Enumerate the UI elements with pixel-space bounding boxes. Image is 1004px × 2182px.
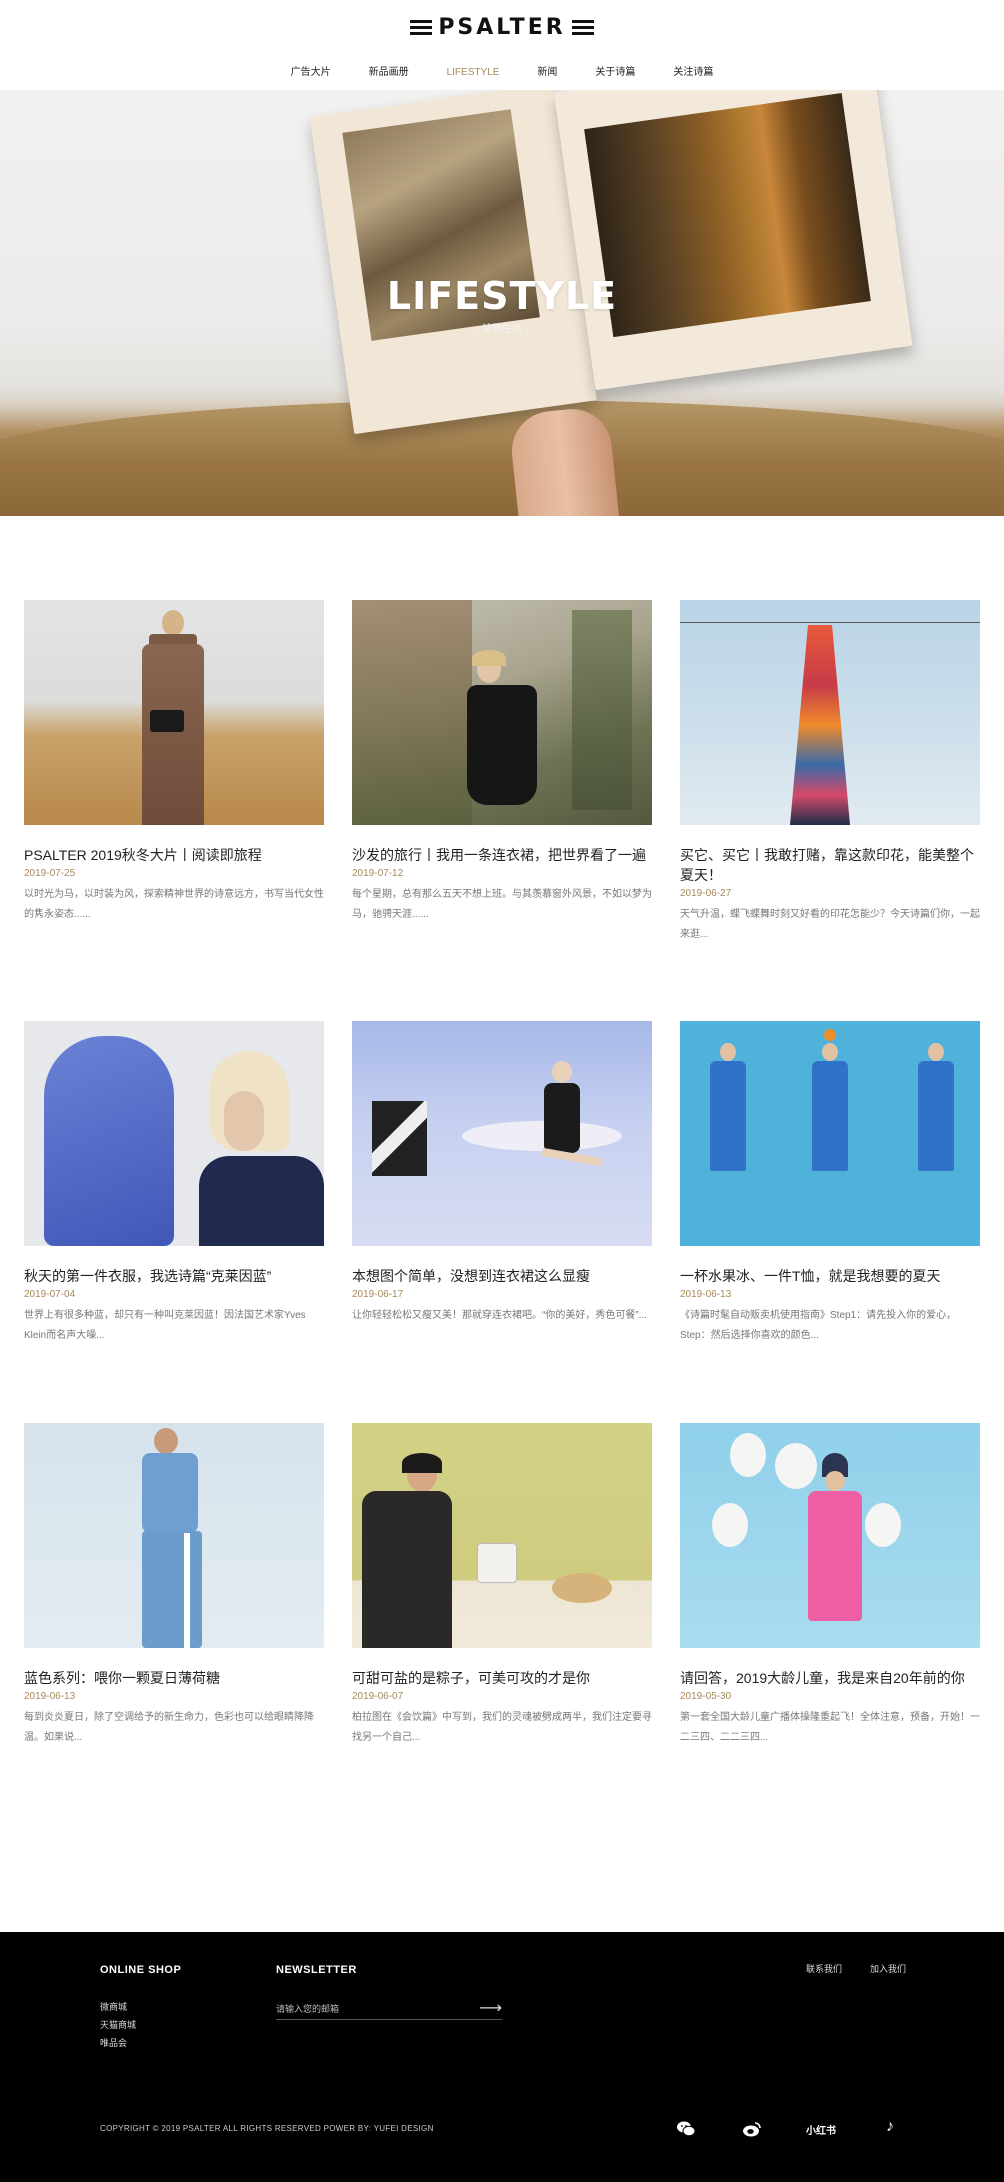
article-date: 2019-05-30	[680, 1691, 732, 1702]
article-title[interactable]: 蓝色系列：喂你一颗夏日薄荷糖	[24, 1668, 324, 1688]
article-excerpt: 每个星期，总有那么五天不想上班。与其羡慕窗外风景，不如以梦为马，驰骋天涯....…	[352, 889, 652, 920]
article-title[interactable]: 买它、买它丨我敢打赌，靠这款印花，能美整个夏天！	[680, 845, 980, 885]
article-date: 2019-07-12	[352, 868, 404, 879]
article-title[interactable]: 一杯水果冰、一件T恤，就是我想要的夏天	[680, 1266, 980, 1286]
hero-title: LIFESTYLE	[386, 274, 618, 318]
article-card[interactable]: 沙发的旅行丨我用一条连衣裙，把世界看了一遍 2019-07-12 每个星期，总有…	[352, 600, 652, 925]
article-image[interactable]	[680, 1021, 980, 1246]
article-image[interactable]	[680, 600, 980, 825]
article-excerpt: 柏拉图在《会饮篇》中写到，我们的灵魂被劈成两半，我们注定要寻找另一个自己...	[352, 1712, 652, 1743]
article-card[interactable]: 本想图个简单，没想到连衣裙这么显瘦 2019-06-17 让你轻轻松松又瘦又美！…	[352, 1021, 652, 1326]
article-date: 2019-06-07	[352, 1691, 404, 1702]
site-footer: ONLINE SHOP 微商城 天猫商城 唯品会 NEWSLETTER ⟶ 联系…	[0, 1932, 1004, 2182]
article-excerpt: 第一套全国大龄儿童广播体操隆重起飞！全体注意，预备，开始！一二三四、二二三四..…	[680, 1712, 980, 1743]
newsletter-email-input[interactable]	[276, 2003, 456, 2014]
article-image[interactable]	[352, 1423, 652, 1648]
article-card[interactable]: 可甜可盐的是粽子，可美可攻的才是你 2019-06-07 柏拉图在《会饮篇》中写…	[352, 1423, 652, 1748]
hero-banner: LIFESTYLE - 诗想生活 -	[0, 90, 1004, 516]
wechat-icon[interactable]	[676, 2120, 696, 2141]
newsletter-title: NEWSLETTER	[276, 1964, 357, 1976]
article-date: 2019-06-17	[352, 1289, 404, 1300]
article-excerpt: 《诗篇时髦自动贩卖机使用指南》Step1：请先投入你的爱心，Step：然后选择你…	[680, 1310, 957, 1341]
article-card[interactable]: 蓝色系列：喂你一颗夏日薄荷糖 2019-06-13 每到炎炎夏日，除了空调给予的…	[24, 1423, 324, 1748]
article-title[interactable]: 本想图个简单，没想到连衣裙这么显瘦	[352, 1266, 652, 1286]
online-shop-title: ONLINE SHOP	[100, 1964, 182, 1976]
shop-link-tmall[interactable]: 天猫商城	[100, 2016, 136, 2034]
brand-logo[interactable]: PSALTER	[0, 14, 1004, 40]
tiktok-icon[interactable]: ♪	[886, 2118, 894, 2136]
article-card[interactable]: 买它、买它丨我敢打赌，靠这款印花，能美整个夏天！ 2019-06-27 天气升温…	[680, 600, 980, 945]
article-excerpt: 天气升温，蝶飞蝶舞时刻又好看的印花怎能少？今天诗篇们你，一起来逛...	[680, 909, 980, 940]
article-image[interactable]	[352, 600, 652, 825]
article-title[interactable]: 秋天的第一件衣服，我选诗篇“克莱因蓝”	[24, 1266, 324, 1286]
brand-name: PSALTER	[438, 14, 566, 40]
arrow-right-icon[interactable]: ⟶	[479, 2000, 502, 2017]
article-excerpt: 每到炎炎夏日，除了空调给予的新生命力，色彩也可以给眼睛降降温。如果说...	[24, 1712, 314, 1743]
article-image[interactable]	[24, 1021, 324, 1246]
article-title[interactable]: 请回答，2019大龄儿童，我是来自20年前的你	[680, 1668, 980, 1688]
contact-us-link[interactable]: 联系我们	[806, 1962, 842, 1975]
article-date: 2019-06-13	[24, 1691, 76, 1702]
article-date: 2019-06-13	[680, 1289, 732, 1300]
article-image[interactable]	[24, 600, 324, 825]
hero-book-image	[309, 90, 920, 444]
nav-item-follow[interactable]: 关注诗篇	[654, 66, 732, 80]
article-card[interactable]: 秋天的第一件衣服，我选诗篇“克莱因蓝” 2019-07-04 世界上有很多种蓝，…	[24, 1021, 324, 1346]
article-title[interactable]: 可甜可盐的是粽子，可美可攻的才是你	[352, 1668, 652, 1688]
online-shop-links: 微商城 天猫商城 唯品会	[100, 1998, 136, 2052]
nav-item-ads[interactable]: 广告大片	[272, 66, 350, 80]
nav-item-lifestyle[interactable]: LIFESTYLE	[428, 66, 519, 80]
article-image[interactable]	[24, 1423, 324, 1648]
article-excerpt: 以时光为马，以时装为风，探索精神世界的诗意远方，书写当代女性的隽永姿态.....…	[24, 889, 324, 920]
article-image[interactable]	[680, 1423, 980, 1648]
article-card[interactable]: PSALTER 2019秋冬大片丨阅读即旅程 2019-07-25 以时光为马，…	[24, 600, 324, 925]
xiaohongshu-icon[interactable]: 小红书	[806, 2122, 836, 2137]
shop-link-vip[interactable]: 唯品会	[100, 2034, 136, 2052]
article-excerpt: 让你轻轻松松又瘦又美！那就穿连衣裙吧。“你的美好，秀色可餐”...	[352, 1310, 647, 1321]
article-title[interactable]: PSALTER 2019秋冬大片丨阅读即旅程	[24, 845, 324, 865]
nav-item-about[interactable]: 关于诗篇	[576, 66, 654, 80]
logo-bars-left	[410, 19, 433, 35]
copyright-text: COPYRIGHT © 2019 PSALTER ALL RIGHTS RESE…	[100, 2124, 434, 2133]
newsletter-form: ⟶	[276, 1998, 502, 2020]
article-image[interactable]	[352, 1021, 652, 1246]
article-card[interactable]: 一杯水果冰、一件T恤，就是我想要的夏天 2019-06-13 《诗篇时髦自动贩卖…	[680, 1021, 980, 1346]
article-date: 2019-07-25	[24, 868, 76, 879]
article-card[interactable]: 请回答，2019大龄儿童，我是来自20年前的你 2019-05-30 第一套全国…	[680, 1423, 980, 1748]
hero-subtitle: - 诗想生活 -	[475, 324, 529, 335]
article-date: 2019-07-04	[24, 1289, 76, 1300]
article-title[interactable]: 沙发的旅行丨我用一条连衣裙，把世界看了一遍	[352, 845, 652, 865]
article-date: 2019-06-27	[680, 888, 732, 899]
join-us-link[interactable]: 加入我们	[870, 1962, 906, 1975]
shop-link-wechat-mall[interactable]: 微商城	[100, 1998, 136, 2016]
nav-item-catalog[interactable]: 新品画册	[350, 66, 428, 80]
site-header: PSALTER 广告大片 新品画册 LIFESTYLE 新闻 关于诗篇 关注诗篇	[0, 0, 1004, 90]
logo-bars-right	[571, 19, 594, 35]
main-nav: 广告大片 新品画册 LIFESTYLE 新闻 关于诗篇 关注诗篇	[0, 66, 1004, 80]
nav-item-news[interactable]: 新闻	[518, 66, 576, 80]
weibo-icon[interactable]	[742, 2120, 762, 2141]
article-excerpt: 世界上有很多种蓝，却只有一种叫克莱因蓝！因法国艺术家Yves Klein而名声大…	[24, 1310, 306, 1341]
